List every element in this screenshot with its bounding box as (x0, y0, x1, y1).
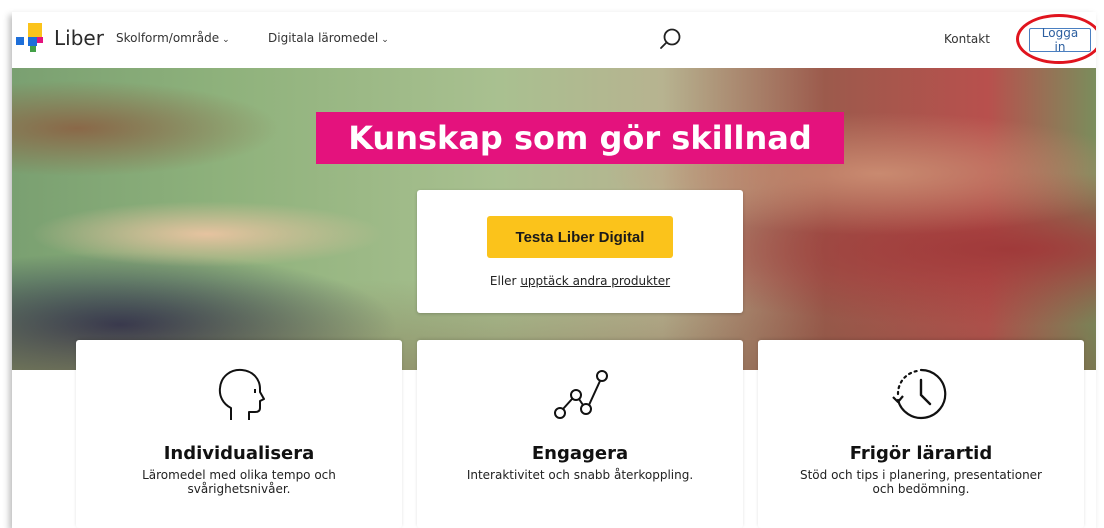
hero-headline: Kunskap som gör skillnad (316, 112, 844, 164)
feature-desc-line: Interaktivitet och snabb återkoppling. (466, 468, 694, 482)
site-header: Liber Skolform/område ⌄ Digitala läromede… (12, 12, 1096, 68)
cta-subtext: Eller upptäck andra produkter (417, 274, 743, 288)
feature-description: Interaktivitet och snabb återkoppling. (437, 468, 723, 482)
chevron-down-icon: ⌄ (222, 35, 230, 45)
feature-card-individualisera[interactable]: Individualisera Läromedel med olika temp… (76, 340, 402, 528)
feature-card-engagera[interactable]: Engagera Interaktivitet och snabb återko… (417, 340, 743, 528)
head-profile-icon (218, 368, 265, 420)
feature-desc-line: Stöd och tips i planering, presentatione… (799, 468, 1042, 482)
clock-icon (892, 368, 947, 420)
chevron-down-icon: ⌄ (381, 35, 389, 45)
graph-line-icon (554, 370, 608, 419)
feature-desc-line: svårighetsnivåer. (187, 482, 291, 496)
feature-description: Stöd och tips i planering, presentatione… (778, 468, 1064, 496)
liber-logo[interactable]: Liber (16, 23, 106, 55)
logo-text: Liber (54, 26, 104, 50)
contact-link[interactable]: Kontakt (944, 32, 990, 46)
feature-description: Läromedel med olika tempo och svårighets… (96, 468, 382, 496)
feature-desc-line: Läromedel med olika tempo och (142, 468, 336, 482)
feature-title: Engagera (531, 443, 629, 464)
nav-skolform[interactable]: Skolform/område ⌄ (116, 31, 230, 45)
feature-card-frigor-larartid[interactable]: Frigör lärartid Stöd och tips i planerin… (758, 340, 1084, 528)
cta-card: Testa Liber Digital Eller upptäck andra … (417, 190, 743, 313)
cta-prefix: Eller (489, 274, 517, 288)
annotation-circle (1016, 14, 1096, 64)
search-icon[interactable] (658, 26, 684, 52)
feature-title: Frigör lärartid (849, 443, 993, 464)
feature-title: Individualisera (163, 443, 315, 464)
try-liber-digital-button[interactable]: Testa Liber Digital (487, 216, 673, 258)
nav-digitala-label: Digitala läromedel (268, 31, 379, 45)
other-products-link[interactable]: upptäck andra produkter (520, 274, 670, 288)
page: Liber Skolform/område ⌄ Digitala läromede… (12, 12, 1096, 528)
nav-skolform-label: Skolform/område (116, 31, 220, 45)
feature-desc-line: och bedömning. (872, 482, 970, 496)
liber-logo-mark-icon (16, 23, 43, 52)
nav-digitala-laromedel[interactable]: Digitala läromedel ⌄ (268, 31, 389, 45)
